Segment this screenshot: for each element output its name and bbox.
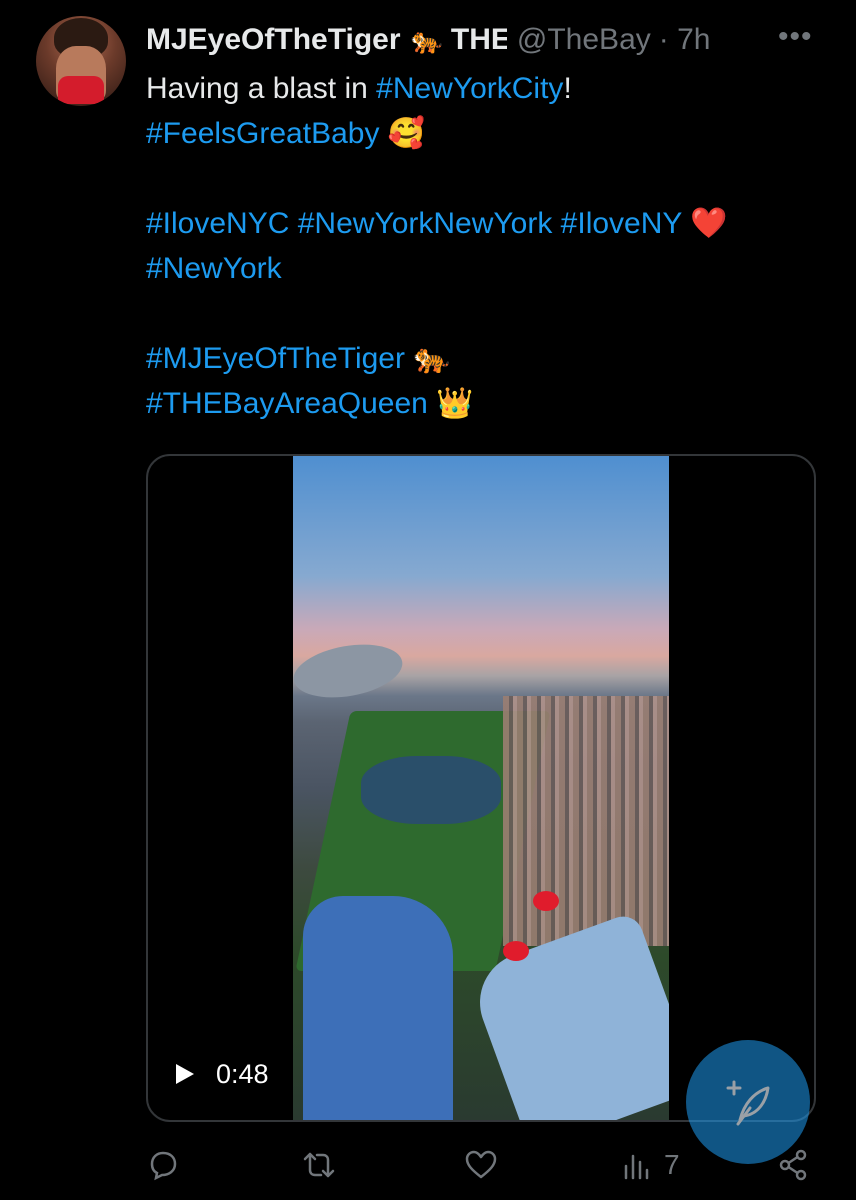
hashtag-link[interactable]: #THEBayAreaQueen xyxy=(146,387,428,420)
tweet-text-segment: 👑 xyxy=(427,387,474,420)
tweet-text-segment: 🥰 xyxy=(379,117,426,150)
user-handle[interactable]: @TheBay xyxy=(517,23,651,57)
views-count: 7 xyxy=(664,1149,680,1180)
tweet-text-segment xyxy=(552,207,560,240)
retweet-button[interactable] xyxy=(302,1148,336,1182)
views-button[interactable]: 7 xyxy=(620,1148,680,1182)
tweet-text-segment: ❤️ xyxy=(681,207,728,240)
hashtag-link[interactable]: #IloveNY xyxy=(561,207,682,240)
compose-icon xyxy=(726,1080,770,1126)
action-bar: 7 xyxy=(146,1148,826,1192)
share-button[interactable] xyxy=(776,1148,810,1182)
video-player[interactable]: 0:48 xyxy=(146,454,816,1122)
share-icon xyxy=(779,1149,807,1181)
tweet-line: #NewYork xyxy=(146,246,826,291)
hashtag-link[interactable]: #FeelsGreatBaby xyxy=(146,117,379,150)
video-thumbnail[interactable] xyxy=(293,456,669,1120)
tweet-text-segment: Having a blast in xyxy=(146,72,377,105)
tweet-text-segment xyxy=(289,207,297,240)
avatar[interactable] xyxy=(36,16,126,106)
hashtag-link[interactable]: #NewYork xyxy=(146,252,282,285)
hashtag-link[interactable]: #MJEyeOfTheTiger xyxy=(146,342,405,375)
display-name[interactable]: MJEyeOfTheTiger xyxy=(146,23,401,57)
tweet-line: #IloveNYC #NewYorkNewYork #IloveNY ❤️ xyxy=(146,201,826,246)
reply-icon xyxy=(150,1151,177,1181)
hashtag-link[interactable]: #NewYorkCity xyxy=(376,72,563,105)
tweet-text-segment: ! xyxy=(563,72,572,105)
views-icon xyxy=(624,1154,649,1180)
tweet-line-gap xyxy=(146,156,826,201)
tweet-time[interactable]: · 7h xyxy=(659,23,711,57)
tweet-header: MJEyeOfTheTiger 🐅 THE @TheBay · 7h xyxy=(146,20,816,60)
video-duration: 0:48 xyxy=(216,1058,269,1089)
tweet-text-segment: 🐅 xyxy=(404,342,451,375)
retweet-icon xyxy=(303,1152,335,1178)
play-icon[interactable] xyxy=(176,1064,194,1084)
tweet-line: #THEBayAreaQueen 👑 xyxy=(146,381,826,426)
tweet-line: #FeelsGreatBaby 🥰 xyxy=(146,111,826,156)
reply-button[interactable] xyxy=(146,1148,180,1182)
more-icon[interactable]: ••• xyxy=(778,20,813,54)
tweet-line: Having a blast in #NewYorkCity! xyxy=(146,66,826,111)
like-button[interactable] xyxy=(464,1148,498,1182)
tiger-emoji: 🐅 xyxy=(410,24,443,55)
display-name-suffix[interactable]: THE xyxy=(451,23,507,57)
compose-button[interactable] xyxy=(686,1040,810,1164)
play-button[interactable]: 0:48 xyxy=(168,1056,277,1092)
hashtag-link[interactable]: #NewYorkNewYork xyxy=(298,207,553,240)
tweet-line: #MJEyeOfTheTiger 🐅 xyxy=(146,336,826,381)
like-icon xyxy=(465,1150,497,1179)
tweet-line-gap xyxy=(146,291,826,336)
tweet-text: Having a blast in #NewYorkCity! #FeelsGre… xyxy=(146,66,826,426)
hashtag-link[interactable]: #IloveNYC xyxy=(146,207,289,240)
